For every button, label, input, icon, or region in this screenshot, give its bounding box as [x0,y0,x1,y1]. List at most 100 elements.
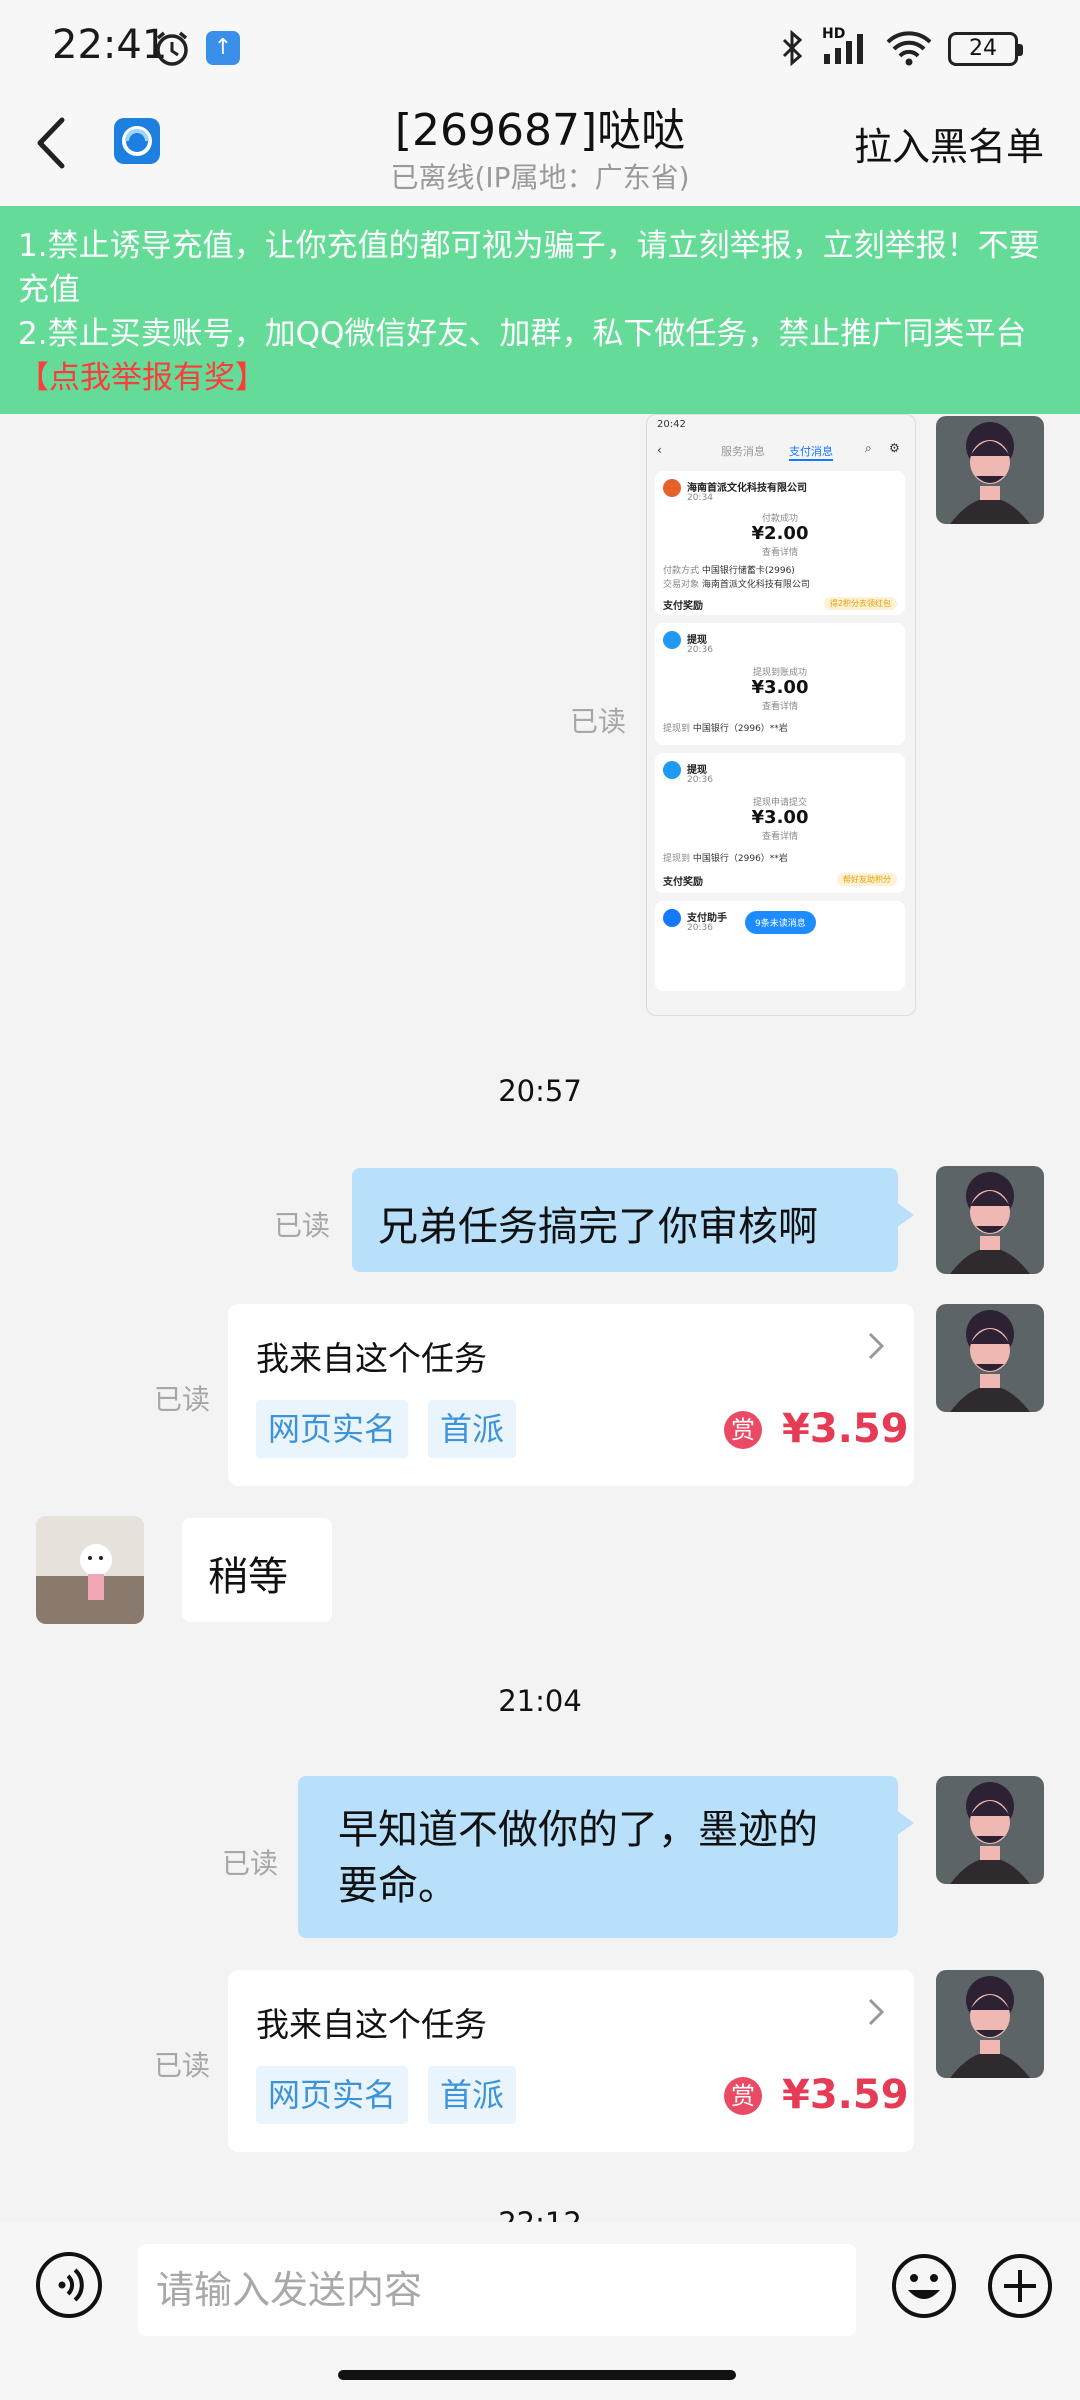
report-link[interactable]: 【点我举报有奖】 [18,360,266,396]
card4-name: 支付助手 [687,913,727,924]
card1-reward-label: 支付奖励 [663,601,703,612]
screenshot-nav: ‹ 服务消息 支付消息 ⌕ ⚙ [647,437,915,467]
task-card-title: 我来自这个任务 [256,2005,487,2044]
card1-reward-badge: 得2积分去领红包 [823,597,897,610]
message-text-line-1: 早知道不做你的了，墨迹的 [338,1807,818,1853]
message-text: 兄弟任务搞完了你审核啊 [378,1204,818,1250]
screenshot-tab-pay: 支付消息 [789,443,833,461]
message-bubble[interactable]: 早知道不做你的了，墨迹的 要命。 [298,1776,914,1938]
screenshot-card-withdraw-1: 提现 20:36 提现到账成功 ¥3.00 查看详情 提现到 中国银行（2996… [655,623,905,745]
card3-to: 提现到 中国银行（2996）**岩 [663,851,788,864]
card3-to-value: 中国银行（2996）**岩 [692,854,788,864]
task-tag: 网页实名 [256,2066,409,2124]
read-receipt: 已读 [570,705,627,738]
task-card[interactable]: 我来自这个任务 网页实名 首派 赏 ¥3.59 [228,1970,914,2152]
alipay-icon [663,761,681,779]
network-label: HD [822,26,846,42]
battery-icon: 24 [948,32,1023,66]
screenshot-search-icon: ⌕ [865,441,872,455]
message-text: 稍等 [208,1554,288,1600]
alarm-icon [152,28,192,72]
screenshot-card-payment: 海南首派文化科技有限公司 20:34 付款成功 ¥2.00 查看详情 付款方式 … [655,471,905,615]
card2-name: 提现 [687,635,707,646]
my-avatar[interactable] [936,1970,1044,2078]
voice-input-button[interactable] [36,2252,102,2318]
bluetooth-icon [780,28,806,72]
card1-target: 交易对象 海南首派文化科技有限公司 [663,577,810,590]
card3-amount: ¥3.00 [751,807,809,828]
screenshot-status-bar: 20:42 [647,415,915,437]
contact-avatar[interactable] [36,1516,144,1624]
card2-detail: 查看详情 [761,702,798,712]
screenshot-gear-icon: ⚙ [889,441,900,455]
card4-time: 20:36 [687,923,713,933]
merchant-name: 海南首派文化科技有限公司 [687,483,807,494]
card3-reward-badge: 帮好友助积分 [837,873,897,886]
merchant-icon [663,479,681,497]
task-card[interactable]: 我来自这个任务 网页实名 首派 赏 ¥3.59 [228,1304,914,1486]
payment-screenshot-image[interactable]: 20:42 ‹ 服务消息 支付消息 ⌕ ⚙ 海南首派文化科技有限公司 20:34… [646,414,916,1016]
read-receipt: 已读 [154,1383,211,1416]
card3-detail: 查看详情 [761,832,798,842]
card1-method: 付款方式 中国银行储蓄卡(2996) [663,563,795,576]
status-time: 22:41 [52,22,168,68]
card3-to-label: 提现到 [663,854,691,864]
card1-method-value: 中国银行储蓄卡(2996) [701,566,795,576]
task-tag: 首派 [428,1400,517,1458]
card4-unread-pill: 9条未读消息 [745,911,816,934]
chevron-right-icon [862,1326,892,1366]
task-tag: 首派 [428,2066,517,2124]
read-receipt: 已读 [274,1209,331,1242]
message-input[interactable] [138,2244,856,2336]
card2-to-label: 提现到 [663,724,691,734]
upload-notification-icon: ↑ [206,31,240,65]
screenshot-back-icon: ‹ [657,443,662,457]
task-reward: ¥3.59 [782,2072,909,2118]
blacklist-button[interactable]: 拉入黑名单 [854,116,1044,171]
timestamp: 20:57 [498,1074,582,1108]
my-avatar[interactable] [936,1776,1044,1884]
card3-name: 提现 [687,765,707,776]
read-receipt: 已读 [154,2049,211,2082]
card1-method-label: 付款方式 [663,566,700,576]
home-indicator [338,2370,736,2380]
chevron-right-icon [862,1992,892,2032]
card2-to: 提现到 中国银行（2996）**岩 [663,721,788,734]
banner-line-2: 2.禁止买卖账号，加QQ微信好友、加群，私下做任务，禁止推广同类平台【点我举报有… [18,312,1060,400]
banner-line-2-text: 2.禁止买卖账号，加QQ微信好友、加群，私下做任务，禁止推广同类平台 [18,316,1027,352]
card1-time: 20:34 [687,493,713,503]
assistant-icon [663,909,681,927]
message-bubble[interactable]: 兄弟任务搞完了你审核啊 [352,1168,914,1272]
alipay-icon [663,631,681,649]
screenshot-card-withdraw-2: 提现 20:36 提现申请提交 ¥3.00 查看详情 提现到 中国银行（2996… [655,753,905,893]
reward-badge-icon: 赏 [724,2077,762,2115]
read-receipt: 已读 [222,1847,279,1880]
emoji-button[interactable] [890,2252,958,2320]
card2-to-value: 中国银行（2996）**岩 [692,724,788,734]
my-avatar[interactable] [936,1304,1044,1412]
card1-target-value: 海南首派文化科技有限公司 [701,580,810,590]
card1-detail: 查看详情 [761,548,798,558]
wifi-icon [884,28,934,72]
banner-line-1: 1.禁止诱导充值，让你充值的都可视为骗子，请立刻举报，立刻举报！不要充值 [18,228,1040,308]
message-bubble[interactable]: 稍等 [182,1518,332,1622]
timestamp: 21:04 [498,1684,582,1718]
card3-reward-label: 支付奖励 [663,877,703,888]
reward-badge-icon: 赏 [724,1411,762,1449]
my-avatar[interactable] [936,416,1044,524]
task-tag: 网页实名 [256,1400,409,1458]
task-reward: ¥3.59 [782,1406,909,1452]
my-avatar[interactable] [936,1166,1044,1274]
screenshot-card-assistant: 支付助手 20:36 9条未读消息 [655,901,905,991]
card3-time: 20:36 [687,775,713,785]
screenshot-tab-service: 服务消息 [721,445,765,458]
warning-banner: 1.禁止诱导充值，让你充值的都可视为骗子，请立刻举报，立刻举报！不要充值 2.禁… [0,206,1080,414]
plus-button[interactable] [986,2252,1054,2320]
card2-time: 20:36 [687,645,713,655]
card2-amount: ¥3.00 [751,677,809,698]
task-card-title: 我来自这个任务 [256,1339,487,1378]
screenshot-time: 20:42 [657,419,686,430]
signal-icon: HD [822,26,874,72]
card1-target-label: 交易对象 [663,580,700,590]
card1-amount: ¥2.00 [751,523,809,544]
